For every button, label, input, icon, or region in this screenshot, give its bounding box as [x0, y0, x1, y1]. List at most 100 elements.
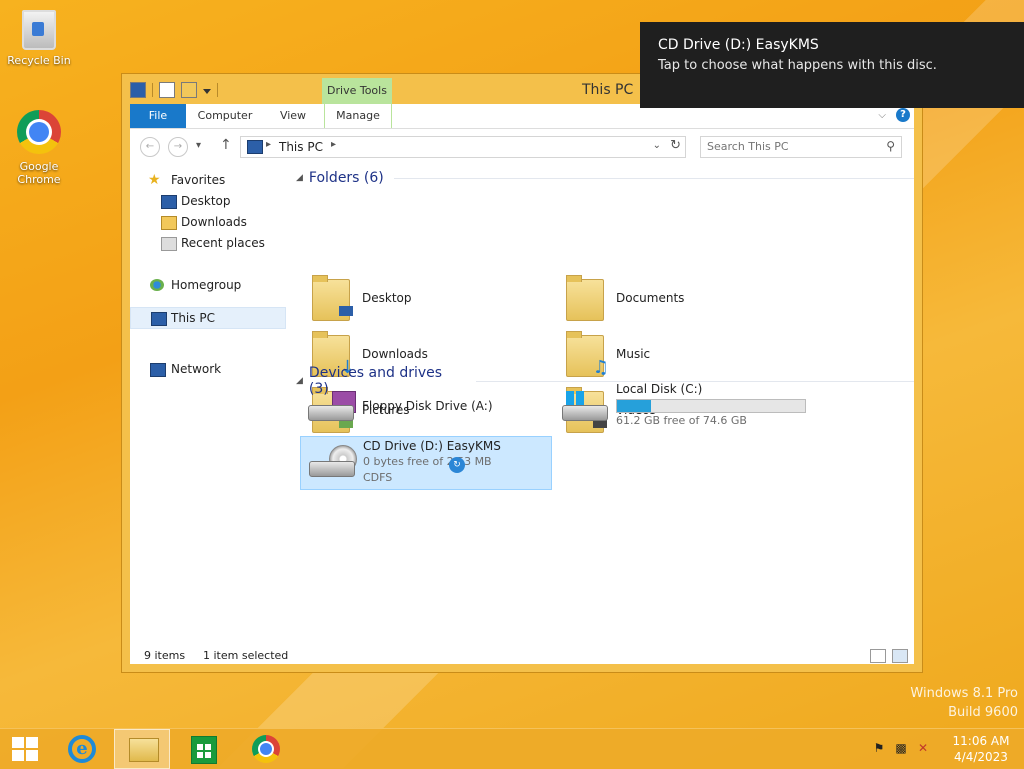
new-folder-icon[interactable]	[181, 82, 197, 98]
group-title: Folders (6)	[308, 170, 384, 186]
nav-homegroup[interactable]: Homegroup	[130, 275, 288, 295]
network-icon[interactable]: ▩	[894, 741, 908, 755]
expand-ribbon-chevron-icon[interactable]: ⌵	[878, 110, 886, 121]
up-button[interactable]: ↑	[220, 137, 232, 153]
this-pc-icon	[247, 140, 263, 154]
address-bar[interactable]: ▸ This PC ▸ ⌄ ↻	[240, 136, 686, 158]
documents-folder-icon	[566, 275, 604, 321]
navigation-bar: ← → ▾ ↑ ▸ This PC ▸ ⌄ ↻ ⚲	[130, 129, 914, 163]
taskbar-store[interactable]	[176, 729, 232, 769]
forward-button[interactable]: →	[168, 137, 188, 157]
drive-file-system: CDFS	[363, 471, 393, 484]
store-icon	[191, 736, 217, 764]
back-button[interactable]: ←	[140, 137, 160, 157]
properties-icon[interactable]	[159, 82, 175, 98]
action-center-flag-icon[interactable]: ⚑	[872, 741, 886, 755]
clock-time: 11:06 AM	[952, 734, 1010, 748]
recent-locations-chevron-icon[interactable]: ▾	[196, 140, 201, 151]
nav-recent-places[interactable]: Recent places	[130, 233, 288, 253]
search-input[interactable]	[701, 137, 883, 155]
status-selected-count: 1 item selected	[203, 649, 289, 662]
folder-name: Documents	[616, 291, 685, 305]
taskbar-clock[interactable]: 11:06 AM 4/4/2023	[948, 733, 1014, 765]
large-icons-view-icon[interactable]	[892, 649, 908, 663]
taskbar-file-explorer[interactable]	[114, 729, 170, 769]
file-explorer-icon	[129, 738, 159, 762]
drive-usage-fill	[617, 400, 651, 412]
customize-toolbar-chevron-icon[interactable]	[203, 88, 211, 98]
search-icon[interactable]: ⚲	[886, 139, 895, 153]
drive-cd-d[interactable]: CD Drive (D:) EasyKMS 0 bytes free of 2.…	[300, 436, 552, 490]
computer-icon[interactable]	[130, 82, 146, 98]
nav-label: This PC	[171, 311, 215, 325]
status-item-count: 9 items	[144, 649, 186, 662]
window-title: This PC	[582, 82, 634, 98]
taskbar-internet-explorer[interactable]: e	[54, 729, 110, 769]
nav-label: Desktop	[181, 194, 231, 208]
drive-name: Local Disk (C:)	[616, 382, 703, 396]
recent-places-icon	[161, 237, 177, 251]
speaker-muted-icon[interactable]: ✕	[916, 741, 930, 755]
tab-view[interactable]: View	[270, 104, 316, 128]
breadcrumb-separator-icon[interactable]: ▸	[266, 139, 271, 150]
group-header-folders[interactable]: ◢ Folders (6)	[296, 170, 914, 186]
folder-documents[interactable]: Documents	[554, 273, 804, 325]
collapse-triangle-icon[interactable]: ◢	[296, 173, 303, 183]
folder-desktop[interactable]: Desktop	[300, 273, 550, 325]
drive-name: CD Drive (D:) EasyKMS	[363, 439, 501, 453]
toast-title: CD Drive (D:) EasyKMS	[658, 37, 819, 53]
address-dropdown-icon[interactable]: ⌄	[653, 140, 661, 151]
desktop-icon-label: Google Chrome	[17, 160, 61, 186]
help-icon[interactable]: ?	[896, 108, 910, 122]
folder-name: Downloads	[362, 347, 428, 361]
status-bar: 9 items 1 item selected	[130, 647, 914, 664]
details-view-icon[interactable]	[870, 649, 886, 663]
nav-desktop[interactable]: Desktop	[130, 191, 288, 211]
file-explorer-window: Drive Tools This PC File Computer View M…	[122, 74, 922, 672]
breadcrumb-chevron-icon[interactable]: ▸	[331, 139, 336, 150]
main-pane: ◢ Folders (6) Desktop Documents ↓ Downlo…	[296, 163, 914, 647]
drive-floppy-a[interactable]: Floppy Disk Drive (A:)	[300, 381, 550, 433]
homegroup-icon	[150, 279, 164, 291]
watermark-build: Build 9600	[948, 705, 1018, 720]
start-button[interactable]	[0, 729, 56, 769]
folder-name: Desktop	[362, 291, 412, 305]
drive-name: Floppy Disk Drive (A:)	[362, 399, 493, 413]
nav-label: Homegroup	[171, 278, 242, 292]
drive-local-c[interactable]: Local Disk (C:) 61.2 GB free of 74.6 GB	[554, 381, 806, 433]
nav-label: Network	[171, 362, 222, 376]
nav-downloads[interactable]: Downloads	[130, 212, 288, 232]
group-divider	[393, 177, 914, 179]
nav-network[interactable]: Network	[130, 359, 288, 379]
drive-tools-group-label: Drive Tools	[322, 78, 392, 104]
autoplay-toast-notification[interactable]: CD Drive (D:) EasyKMS Tap to choose what…	[640, 22, 1024, 108]
windows-logo-icon	[12, 737, 38, 761]
this-pc-icon	[151, 312, 167, 326]
desktop-icon-google-chrome[interactable]: Google Chrome	[4, 110, 74, 186]
tab-manage[interactable]: Manage	[324, 104, 392, 128]
clock-date: 4/4/2023	[954, 750, 1008, 764]
tab-computer[interactable]: Computer	[194, 104, 256, 128]
desktop-icon-label: Recycle Bin	[7, 54, 71, 67]
busy-cursor-icon: ↻	[449, 457, 465, 473]
desktop-icon-recycle-bin[interactable]: Recycle Bin	[4, 6, 74, 67]
desktop-folder-icon	[161, 195, 177, 209]
nav-label: Favorites	[171, 173, 226, 187]
folder-name: Music	[616, 347, 651, 361]
local-disk-icon	[562, 391, 608, 421]
network-icon	[150, 363, 166, 377]
cd-drive-icon	[309, 445, 357, 477]
tab-file[interactable]: File	[130, 104, 186, 128]
internet-explorer-icon: e	[68, 735, 96, 763]
system-tray: ⚑ ▩ ✕	[872, 741, 930, 755]
refresh-icon[interactable]: ↻	[670, 138, 681, 153]
star-icon: ★	[148, 172, 161, 188]
chrome-icon	[17, 110, 61, 154]
chrome-icon	[252, 735, 280, 763]
floppy-drive-icon	[308, 391, 356, 421]
taskbar-google-chrome[interactable]	[238, 729, 294, 769]
nav-favorites[interactable]: ★ Favorites	[130, 170, 288, 190]
nav-this-pc[interactable]: This PC	[130, 307, 286, 329]
breadcrumb-this-pc[interactable]: This PC	[279, 140, 323, 154]
toast-message: Tap to choose what happens with this dis…	[658, 58, 937, 73]
